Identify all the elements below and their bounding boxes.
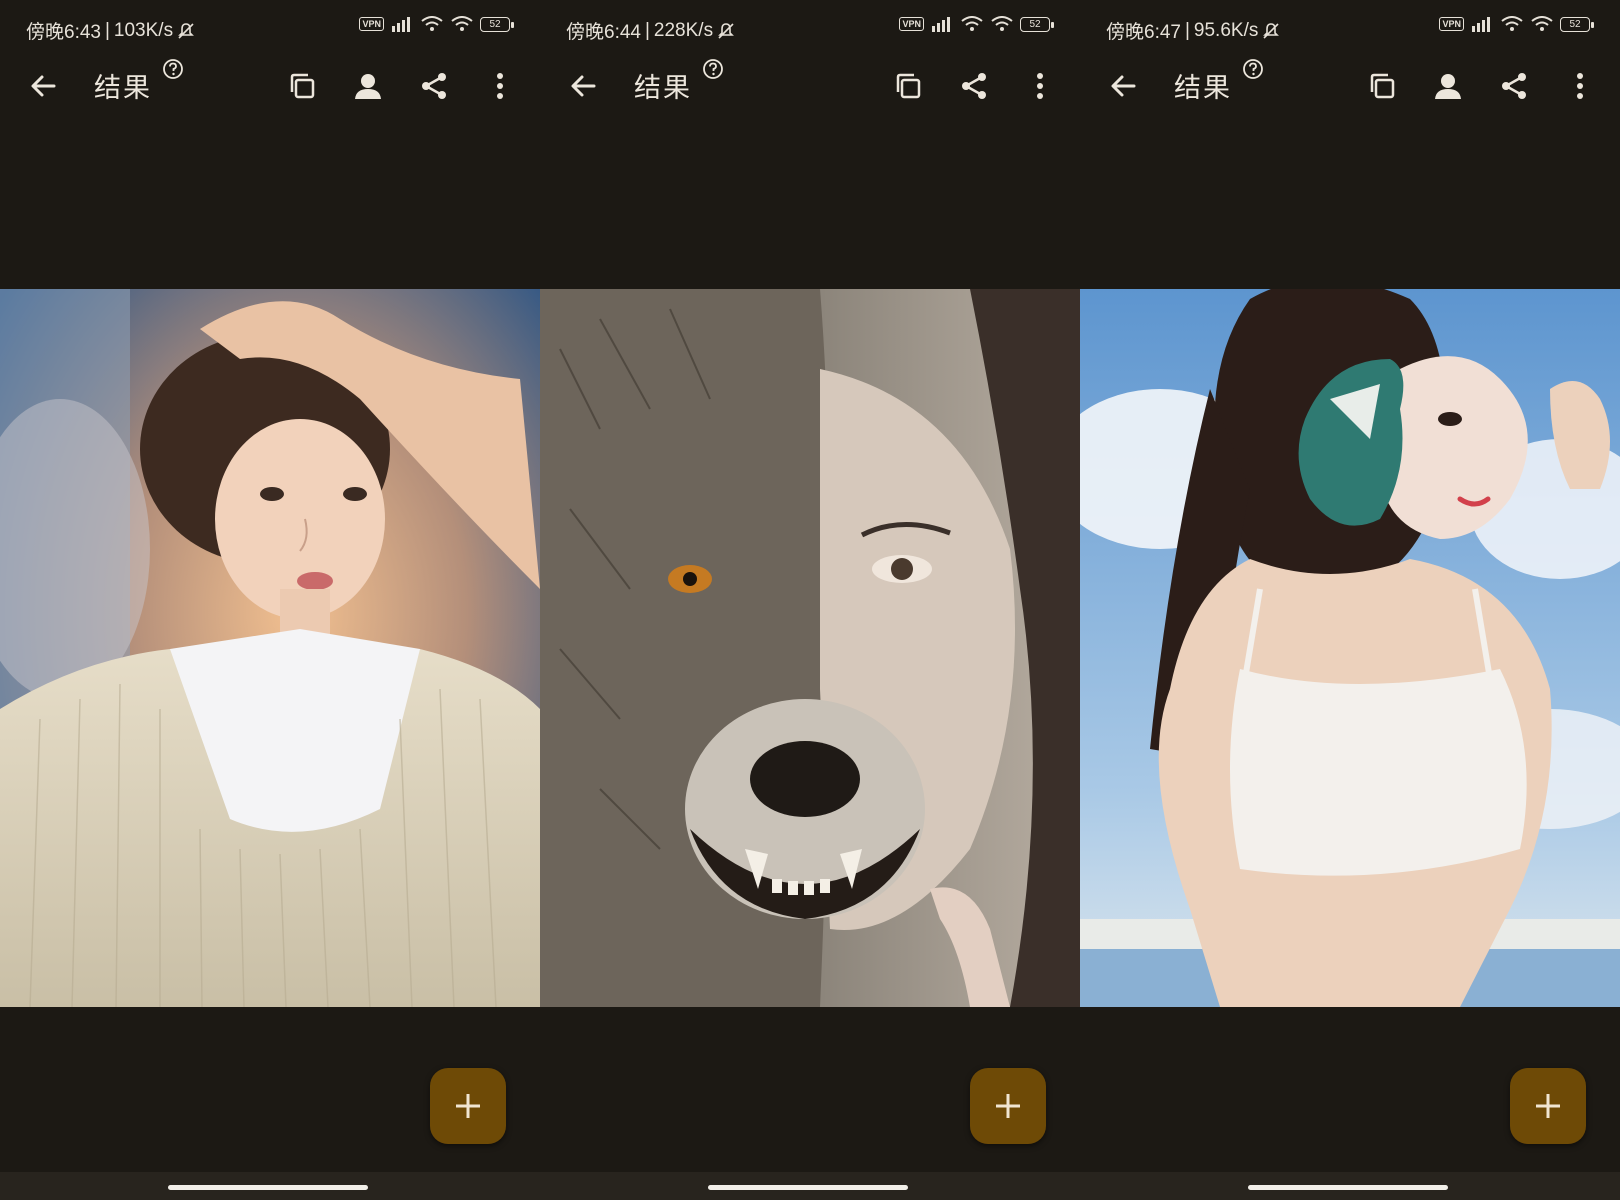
copy-icon — [1370, 73, 1395, 99]
vpn-badge: VPN — [1439, 17, 1464, 31]
add-button[interactable] — [970, 1068, 1046, 1144]
person-icon — [1435, 74, 1461, 99]
copy-icon — [896, 73, 921, 99]
back-button[interactable] — [564, 66, 604, 106]
share-button[interactable] — [1492, 64, 1536, 108]
wolf-face-image — [540, 289, 1080, 1007]
plus-icon — [456, 1094, 480, 1118]
arrow-left-icon — [571, 75, 596, 97]
help-button[interactable] — [1242, 58, 1264, 80]
back-button[interactable] — [1104, 66, 1144, 106]
status-time: 傍晚6:43 — [26, 22, 101, 43]
result-screen-3: 傍晚6:47 | 95.6K/s VPN 52 结果 — [1080, 0, 1620, 1200]
battery-indicator: 52 — [1560, 16, 1594, 32]
status-time: 傍晚6:47 — [1106, 22, 1181, 43]
copy-icon — [290, 73, 315, 99]
copy-button[interactable] — [1360, 64, 1404, 108]
signal-icon — [1472, 17, 1490, 32]
page-title: 结果 — [94, 73, 152, 103]
share-button[interactable] — [412, 64, 456, 108]
result-image[interactable] — [1080, 289, 1620, 1007]
face-button[interactable] — [1426, 64, 1470, 108]
girl-heart-mask-image — [1080, 289, 1620, 1007]
status-net-speed: 95.6K/s — [1193, 19, 1259, 41]
add-button[interactable] — [430, 1068, 506, 1144]
status-separator: | — [1184, 19, 1190, 41]
status-net-speed: 103K/s — [113, 19, 174, 41]
bell-off-icon — [1263, 22, 1280, 39]
gesture-handle[interactable] — [708, 1185, 908, 1190]
wifi-icon-2 — [1531, 16, 1553, 31]
help-button[interactable] — [702, 58, 724, 80]
status-net-speed: 228K/s — [653, 19, 714, 41]
back-button[interactable] — [24, 66, 64, 106]
app-bar: 结果 — [0, 54, 540, 130]
status-bar: 傍晚6:43 | 103K/s VPN 52 — [0, 0, 540, 54]
plus-icon — [1536, 1094, 1560, 1118]
person-icon — [355, 74, 381, 99]
page-title: 结果 — [1174, 73, 1232, 103]
status-separator: | — [644, 19, 650, 41]
share-icon — [1502, 73, 1526, 99]
status-separator: | — [104, 19, 110, 41]
battery-indicator: 52 — [1020, 16, 1054, 32]
wifi-icon — [961, 16, 983, 31]
signal-icon — [932, 17, 950, 32]
arrow-left-icon — [1111, 75, 1136, 97]
wifi-icon — [421, 16, 443, 31]
wifi-icon — [1501, 16, 1523, 31]
battery-indicator: 52 — [480, 16, 514, 32]
more-vert-icon — [1037, 73, 1043, 99]
share-button[interactable] — [952, 64, 996, 108]
page-title: 结果 — [634, 73, 692, 103]
wifi-icon-2 — [991, 16, 1013, 31]
bell-off-icon — [178, 22, 195, 39]
share-icon — [962, 73, 986, 99]
plus-icon — [996, 1094, 1020, 1118]
status-time: 傍晚6:44 — [566, 22, 641, 43]
help-button[interactable] — [162, 58, 184, 80]
result-image[interactable] — [540, 289, 1080, 1007]
status-bar: 傍晚6:47 | 95.6K/s VPN 52 — [1080, 0, 1620, 54]
arrow-left-icon — [31, 75, 56, 97]
more-button[interactable] — [1018, 64, 1062, 108]
more-vert-icon — [1577, 73, 1583, 99]
signal-icon — [392, 17, 410, 32]
question-circle-icon — [703, 59, 723, 79]
vpn-badge: VPN — [359, 17, 384, 31]
question-circle-icon — [1243, 59, 1263, 79]
share-icon — [422, 73, 446, 99]
gesture-handle[interactable] — [1248, 1185, 1448, 1190]
result-image[interactable] — [0, 289, 540, 1007]
copy-button[interactable] — [280, 64, 324, 108]
copy-button[interactable] — [886, 64, 930, 108]
gesture-handle[interactable] — [168, 1185, 368, 1190]
question-circle-icon — [163, 59, 183, 79]
app-bar: 结果 — [1080, 54, 1620, 130]
result-screen-2: 傍晚6:44 | 228K/s VPN 52 结果 — [540, 0, 1080, 1200]
app-bar: 结果 — [540, 54, 1080, 130]
portrait-girl-image — [0, 289, 540, 1007]
add-button[interactable] — [1510, 1068, 1586, 1144]
status-bar: 傍晚6:44 | 228K/s VPN 52 — [540, 0, 1080, 54]
more-button[interactable] — [478, 64, 522, 108]
face-button[interactable] — [346, 64, 390, 108]
more-button[interactable] — [1558, 64, 1602, 108]
more-vert-icon — [497, 73, 503, 99]
bell-off-icon — [718, 22, 735, 39]
wifi-icon-2 — [451, 16, 473, 31]
result-screen-1: 傍晚6:43 | 103K/s VPN 52 结果 — [0, 0, 540, 1200]
vpn-badge: VPN — [899, 17, 924, 31]
